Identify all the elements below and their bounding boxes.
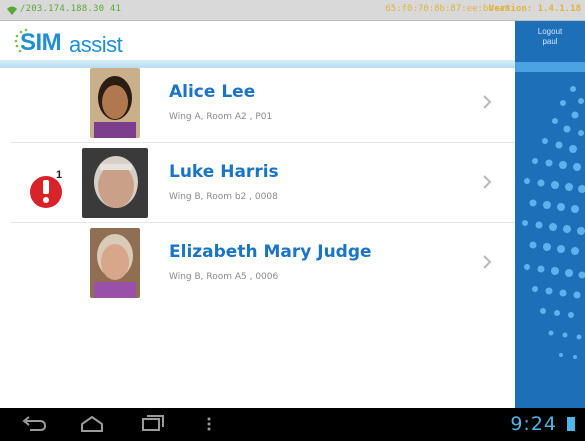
resident-name: Luke Harris — [169, 162, 279, 182]
row-divider — [10, 222, 515, 223]
logged-in-user: paul — [542, 37, 558, 46]
decorative-dots-pattern — [522, 86, 585, 359]
system-nav-bar: 9:24 — [0, 408, 585, 441]
panel-band — [515, 62, 585, 72]
battery-icon — [567, 417, 575, 431]
resident-avatar-icon — [90, 228, 140, 298]
resident-name: Elizabeth Mary Judge — [169, 242, 372, 262]
side-panel: Logout paul — [515, 21, 585, 408]
logo-assist-text: assist — [69, 32, 123, 57]
resident-photo — [90, 228, 140, 298]
simassist-logo: SIM assist — [14, 27, 164, 57]
chevron-right-icon — [483, 95, 492, 109]
status-bar: /203.174.188.30 41 65:f0:70:8b:87:ee:bb:… — [0, 0, 585, 21]
app-version: Version: 1.4.1.18 — [488, 4, 581, 14]
chevron-right-icon — [483, 255, 492, 269]
resident-row[interactable]: Alice Lee Wing A, Room A2 , P01 — [10, 68, 515, 143]
wifi-icon — [7, 6, 17, 15]
logo-sim-text: SIM — [20, 29, 62, 56]
logout-button[interactable]: Logout paul — [515, 27, 585, 47]
header-divider — [0, 60, 515, 68]
app-header: SIM assist — [0, 21, 515, 60]
chevron-right-icon — [483, 175, 492, 189]
resident-location: Wing A, Room A2 , P01 — [169, 112, 273, 122]
recent-apps-icon[interactable] — [138, 414, 166, 434]
resident-avatar-icon — [82, 148, 148, 218]
logout-label: Logout — [537, 27, 563, 36]
resident-photo — [82, 148, 148, 218]
overflow-menu-icon[interactable] — [205, 414, 213, 434]
resident-list: Alice Lee Wing A, Room A2 , P01 1 Luke H… — [0, 68, 515, 408]
alert-icon[interactable]: 1 — [30, 168, 66, 216]
back-icon[interactable] — [20, 414, 48, 434]
home-icon[interactable] — [78, 414, 106, 434]
resident-location: Wing B, Room b2 , 0008 — [169, 192, 278, 202]
resident-row[interactable]: 1 Luke Harris Wing B, Room b2 , 0008 — [10, 148, 515, 223]
resident-name: Alice Lee — [169, 82, 256, 102]
resident-avatar-icon — [90, 68, 140, 138]
ip-address: /203.174.188.30 41 — [20, 4, 122, 14]
resident-location: Wing B, Room A5 , 0006 — [169, 272, 279, 282]
resident-row[interactable]: Elizabeth Mary Judge Wing B, Room A5 , 0… — [10, 228, 515, 303]
resident-photo — [90, 68, 140, 138]
alert-count: 1 — [56, 169, 62, 181]
row-divider — [10, 142, 515, 143]
system-clock: 9:24 — [510, 413, 557, 435]
